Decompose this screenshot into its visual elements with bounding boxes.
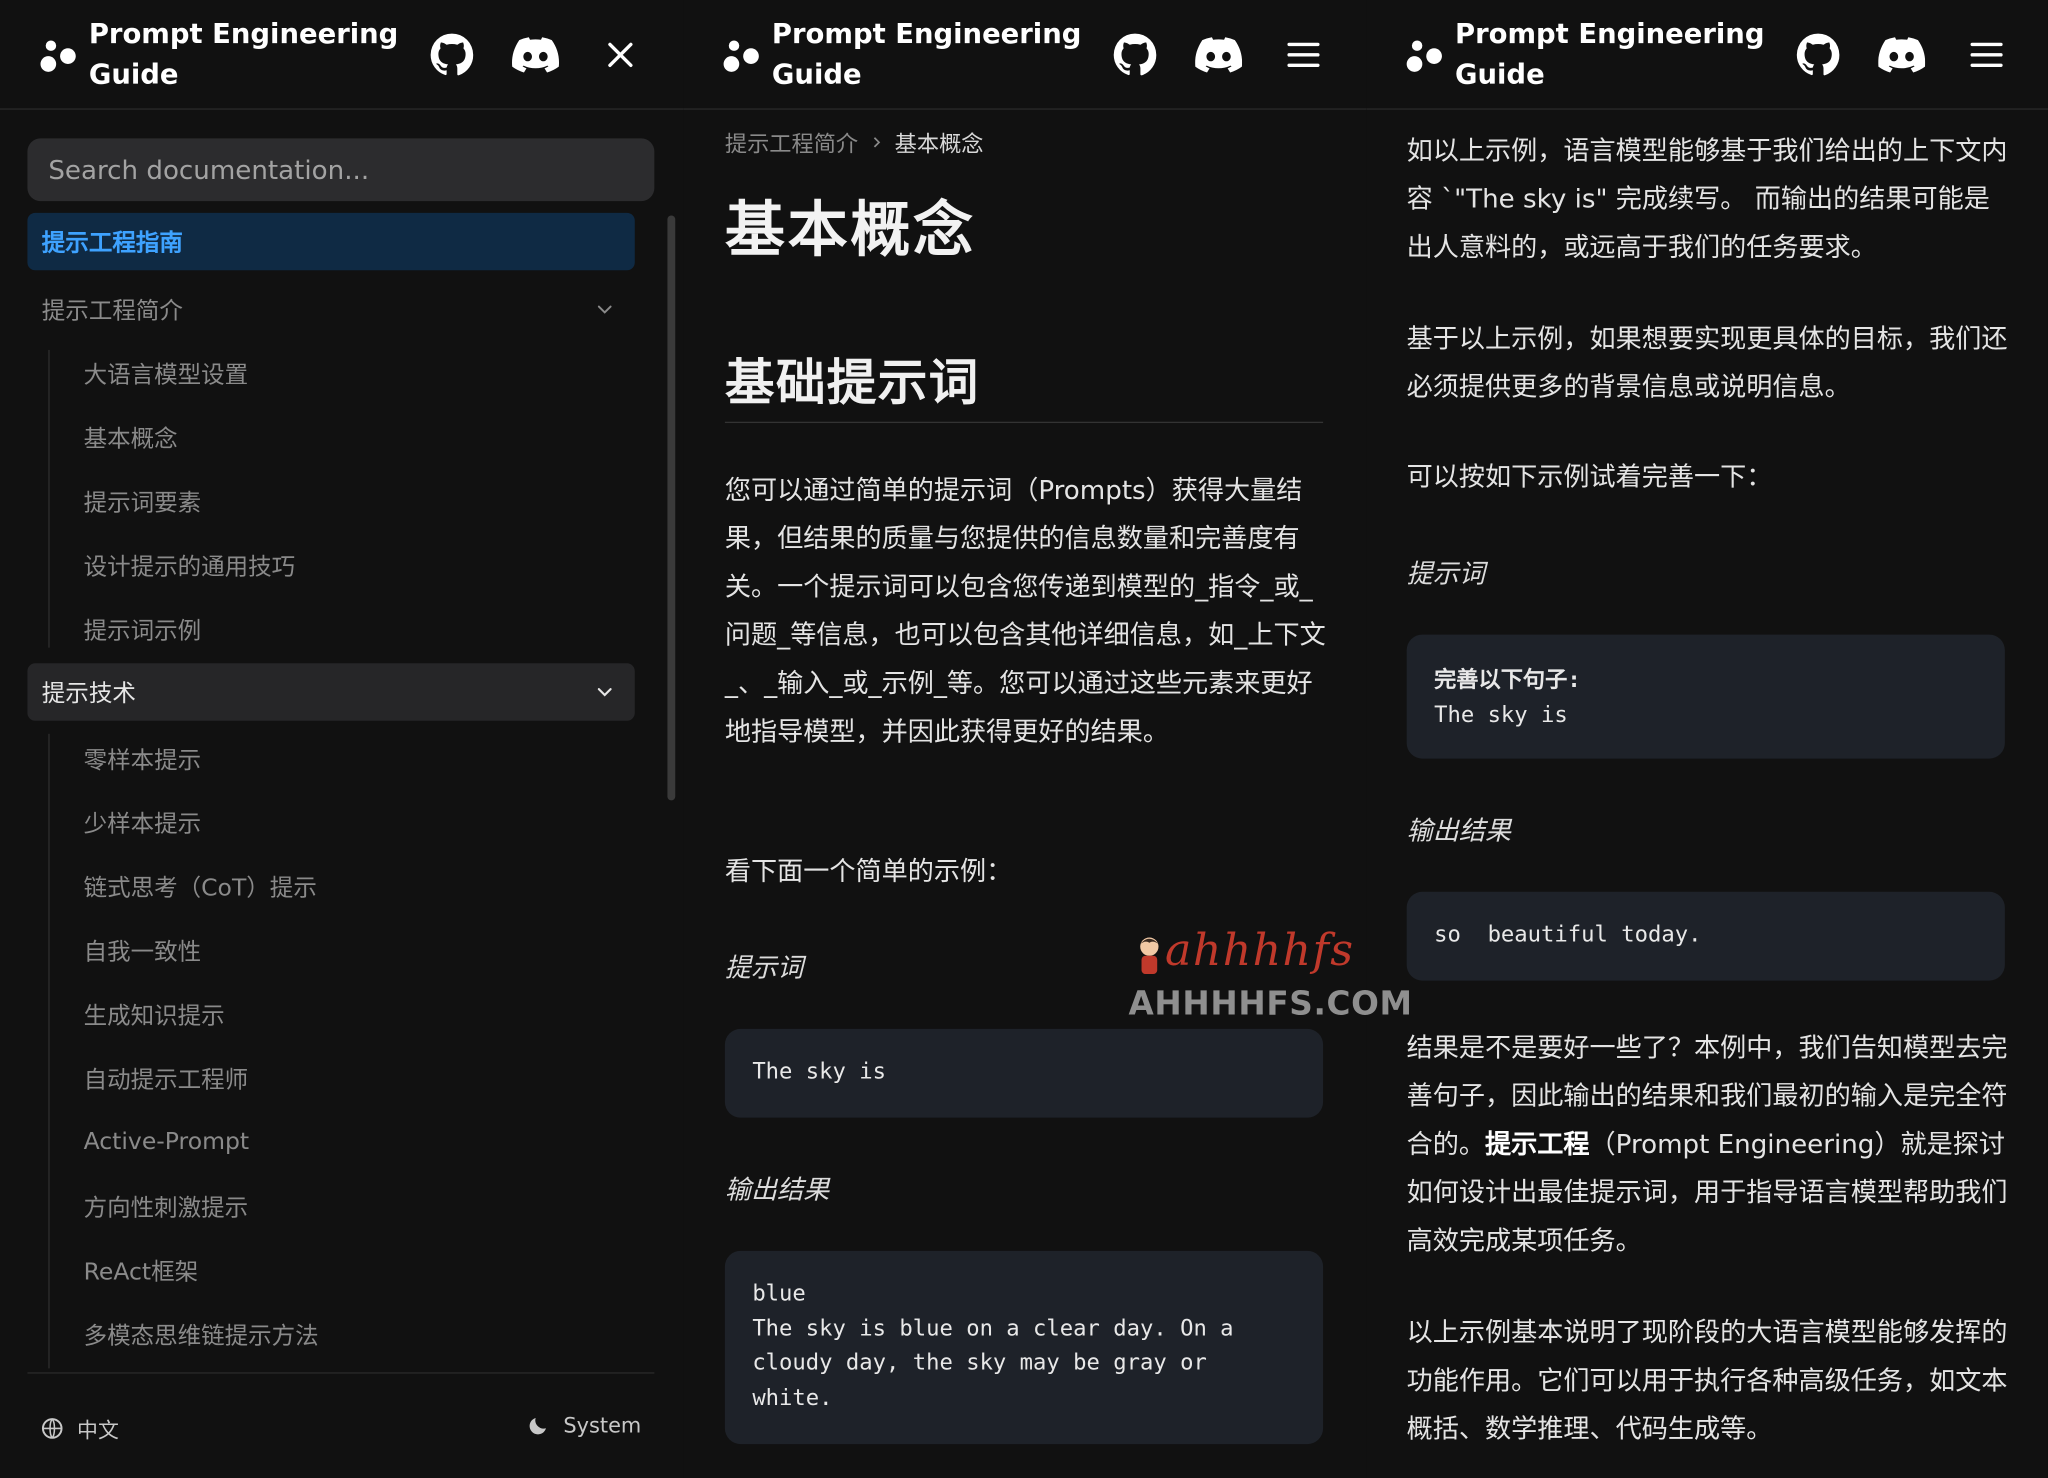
panel-article-continued: Prompt Engineering Guide 如以上示例，语言模型能够基于我… [1366, 0, 2048, 1478]
brand-title[interactable]: Prompt Engineering Guide [1455, 14, 1768, 95]
prompt-code-block[interactable]: The sky is [724, 1028, 1324, 1118]
sidebar-nav: 提示工程指南 提示工程简介 大语言模型设置 基本概念 提示词要素 设计提示的通用… [27, 212, 635, 1366]
discord-icon[interactable] [509, 29, 561, 81]
sidebar-item-label: ReAct框架 [83, 1258, 199, 1286]
sidebar-item-llm-settings[interactable]: 大语言模型设置 [27, 341, 634, 405]
sidebar-item-label: 自我一致性 [83, 938, 202, 966]
breadcrumb-current: 基本概念 [894, 131, 984, 158]
menu-icon[interactable] [1277, 29, 1329, 81]
sidebar-item-few-shot[interactable]: 少样本提示 [27, 790, 634, 854]
sidebar-item-active-prompt[interactable]: Active-Prompt [27, 1110, 634, 1174]
top-bar: Prompt Engineering Guide [0, 0, 684, 110]
sidebar-item-intro[interactable]: 提示工程简介 [27, 277, 634, 341]
sidebar-item-examples[interactable]: 提示词示例 [27, 597, 634, 661]
sidebar-item-label: 少样本提示 [83, 810, 202, 838]
paragraph: 如以上示例，语言模型能够基于我们给出的上下文内容 `"The sky is" 完… [1406, 134, 2008, 263]
sidebar-item-label: 自动提示工程师 [83, 1066, 249, 1094]
sidebar-item-label: 零样本提示 [83, 746, 202, 774]
sidebar-footer: 中文 System [27, 1372, 655, 1478]
screenshot-collage: Prompt Engineering Guide Search document… [0, 0, 2048, 1478]
sidebar-item-ape[interactable]: 自动提示工程师 [27, 1046, 634, 1110]
search-input[interactable]: Search documentation... [27, 138, 655, 202]
paragraph: 可以按如下示例试着完善一下： [1406, 460, 1773, 493]
code-line-bold: 完善以下句子: [1434, 667, 1581, 694]
theme-label: System [563, 1412, 642, 1438]
watermark-figure-icon [1140, 937, 1159, 975]
watermark-script: ahhhhfs [1165, 924, 1355, 977]
brand-title[interactable]: Prompt Engineering Guide [89, 14, 402, 95]
sidebar-item-label: 基本概念 [83, 425, 178, 453]
panel-sidebar-open: Prompt Engineering Guide Search document… [0, 0, 684, 1478]
language-label: 中文 [77, 1417, 119, 1443]
chevron-down-icon [597, 304, 612, 314]
sidebar-item-label: 提示技术 [41, 680, 136, 708]
logo-icon[interactable] [1405, 28, 1444, 80]
sidebar-item-label: 设计提示的通用技巧 [83, 552, 296, 581]
globe-icon [41, 1418, 63, 1439]
language-switcher[interactable]: 中文 [40, 1413, 119, 1444]
output-label: 输出结果 [724, 1173, 830, 1206]
output-code-block[interactable]: so beautiful today. [1406, 891, 2005, 981]
breadcrumb: 提示工程简介 基本概念 [725, 125, 984, 158]
github-icon[interactable] [1109, 29, 1161, 81]
sidebar-item-label: 提示词示例 [83, 616, 202, 645]
watermark: ahhhhfs AHHHHFS.COM [1128, 922, 1413, 1024]
sidebar-item-react[interactable]: ReAct框架 [27, 1238, 634, 1302]
panel-article-top: Prompt Engineering Guide 提示工程简介 基本概念 基本概… [683, 0, 1367, 1478]
sidebar-item-label: 提示工程指南 [41, 229, 183, 258]
sidebar-item-cot[interactable]: 链式思考（CoT）提示 [27, 854, 634, 918]
sidebar-item-self-consistency[interactable]: 自我一致性 [27, 918, 634, 982]
brand-title[interactable]: Prompt Engineering Guide [772, 14, 1085, 95]
github-icon[interactable] [1792, 29, 1844, 81]
sidebar-item-label: 生成知识提示 [83, 1002, 225, 1030]
sidebar-item-label: 提示工程简介 [41, 297, 183, 325]
sidebar-scrollbar[interactable] [667, 215, 676, 801]
sidebar-item-label: 多模态思维链提示方法 [83, 1322, 319, 1350]
section-title: 基础提示词 [724, 353, 980, 412]
prompt-label: 提示词 [1406, 557, 1486, 589]
sidebar-item-dsp[interactable]: 方向性刺激提示 [27, 1174, 634, 1238]
paragraph: 基于以上示例，如果想要实现更具体的目标，我们还必须提供更多的背景信息或说明信息。 [1406, 322, 2008, 403]
logo-icon[interactable] [722, 28, 761, 80]
paragraph-strong: 提示工程 [1485, 1128, 1590, 1160]
intro-paragraph: 您可以通过简单的提示词（Prompts）获得大量结果，但结果的质量与您提供的信息… [724, 473, 1326, 747]
chevron-down-icon [597, 688, 612, 697]
menu-icon[interactable] [1960, 29, 2012, 81]
sidebar-item-techniques[interactable]: 提示技术 [27, 663, 635, 721]
discord-icon[interactable] [1876, 29, 1928, 81]
paragraph: 以上示例基本说明了现阶段的大语言模型能够发挥的功能作用。它们可以用于执行各种高级… [1406, 1316, 2008, 1445]
example-lead: 看下面一个简单的示例： [724, 855, 1013, 887]
sidebar-item-label: 大语言模型设置 [83, 361, 249, 389]
sidebar-item-label: Active-Prompt [83, 1128, 250, 1156]
theme-switcher[interactable]: System [527, 1412, 642, 1438]
sidebar-item-multimodal-cot[interactable]: 多模态思维链提示方法 [27, 1302, 634, 1366]
code-line: The sky is [1434, 701, 1568, 728]
page-title: 基本概念 [724, 194, 976, 266]
breadcrumb-parent[interactable]: 提示工程简介 [725, 125, 858, 158]
prompt-code-block[interactable]: 完善以下句子: The sky is [1406, 634, 2005, 759]
top-bar: Prompt Engineering Guide [683, 0, 1367, 110]
watermark-text: AHHHHFS.COM [1128, 984, 1413, 1023]
sidebar-item-label: 提示词要素 [83, 488, 202, 517]
sidebar-item-elements[interactable]: 提示词要素 [27, 469, 634, 533]
output-code-block[interactable]: blue The sky is blue on a clear day. On … [724, 1250, 1324, 1445]
github-icon[interactable] [426, 29, 478, 81]
sidebar-item-guide[interactable]: 提示工程指南 [27, 212, 635, 271]
sidebar-item-knowledge[interactable]: 生成知识提示 [27, 982, 634, 1046]
section-divider [724, 421, 1324, 424]
sidebar-item-label: 链式思考（CoT）提示 [83, 874, 317, 902]
sidebar-item-label: 方向性刺激提示 [83, 1194, 249, 1222]
discord-icon[interactable] [1192, 29, 1244, 81]
chevron-right-icon [873, 136, 881, 147]
close-icon[interactable] [594, 29, 646, 81]
sidebar-item-zero-shot[interactable]: 零样本提示 [27, 726, 634, 790]
top-bar: Prompt Engineering Guide [1366, 0, 2048, 110]
sidebar-item-tips[interactable]: 设计提示的通用技巧 [27, 533, 634, 597]
paragraph: 结果是不是要好一些了？本例中，我们告知模型去完善句子，因此输出的结果和我们最初的… [1407, 1024, 2008, 1266]
sidebar-item-basics[interactable]: 基本概念 [27, 405, 634, 469]
output-label: 输出结果 [1406, 814, 1512, 847]
moon-icon [530, 1417, 547, 1434]
logo-icon[interactable] [39, 28, 78, 80]
prompt-label: 提示词 [724, 951, 804, 984]
